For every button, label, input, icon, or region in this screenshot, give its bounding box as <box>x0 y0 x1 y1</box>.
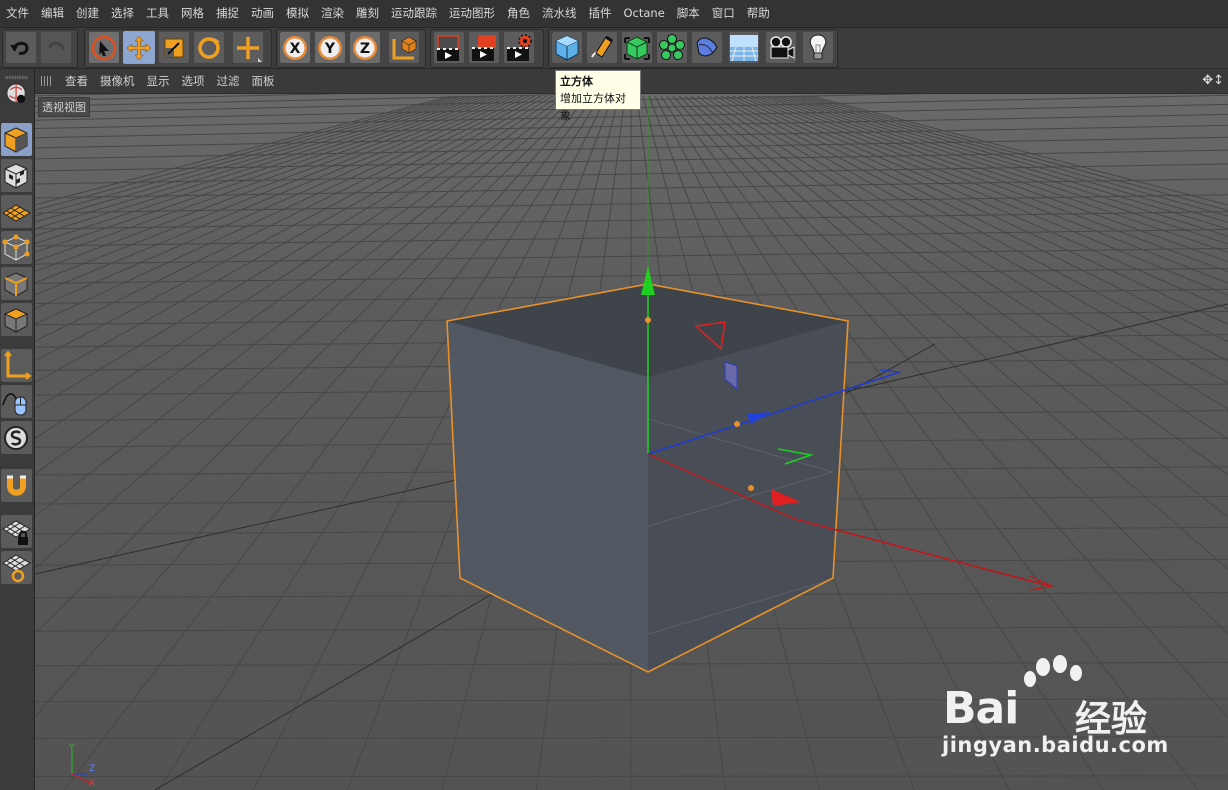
coordinate-system-icon[interactable] <box>388 31 420 64</box>
x-axis-dot <box>748 485 754 491</box>
polygons-mode-icon[interactable] <box>1 303 32 336</box>
recent-tool-icon[interactable] <box>232 31 264 64</box>
menu-pipeline[interactable]: 流水线 <box>536 0 583 27</box>
light-icon[interactable] <box>802 31 834 64</box>
view-menu-options[interactable]: 选项 <box>176 69 211 93</box>
watermark-brand: Bai <box>943 683 1019 734</box>
redo-icon[interactable] <box>40 31 72 64</box>
texture-mode-icon[interactable] <box>1 159 32 192</box>
menu-motion-tracker[interactable]: 运动跟踪 <box>385 0 443 27</box>
menu-mesh[interactable]: 网格 <box>175 0 210 27</box>
z-axis-dot <box>734 421 740 427</box>
rotate-icon[interactable] <box>193 31 225 64</box>
floor-icon[interactable] <box>728 31 760 64</box>
camera-icon[interactable] <box>765 31 797 64</box>
world-axis-y-label: Y <box>68 743 75 753</box>
menu-select[interactable]: 选择 <box>105 0 140 27</box>
x-axis-letter: X <box>290 41 301 57</box>
points-mode-icon[interactable] <box>1 231 32 264</box>
render-view-icon[interactable] <box>433 31 465 64</box>
tweak-mode-icon[interactable] <box>1 385 32 418</box>
cube-tooltip: 立方体 增加立方体对象 <box>555 70 641 122</box>
tooltip-description: 增加立方体对象 <box>560 92 626 122</box>
grip-icon[interactable] <box>41 76 53 86</box>
render-picture-viewer-icon[interactable] <box>468 31 500 64</box>
menu-simulate[interactable]: 模拟 <box>280 0 315 27</box>
y-axis-letter: Y <box>324 41 336 57</box>
render-settings-icon[interactable] <box>503 31 535 64</box>
view-menu-filter[interactable]: 过滤 <box>211 69 246 93</box>
viewport-solo-icon[interactable] <box>1 75 32 115</box>
subdivision-icon[interactable] <box>621 31 653 64</box>
menu-mograph[interactable]: 运动图形 <box>443 0 501 27</box>
workplane-align-icon[interactable] <box>1 551 32 584</box>
menu-snap[interactable]: 捕捉 <box>210 0 245 27</box>
menu-sculpt[interactable]: 雕刻 <box>350 0 385 27</box>
z-axis-lock-icon[interactable]: Z <box>349 31 381 64</box>
world-axis-x-label: X <box>89 779 95 789</box>
view-menu-cameras[interactable]: 摄像机 <box>94 69 141 93</box>
menu-create[interactable]: 创建 <box>70 0 105 27</box>
menu-bar: 文件 编辑 创建 选择 工具 网格 捕捉 动画 模拟 渲染 雕刻 运动跟踪 运动… <box>0 0 1228 28</box>
menu-help[interactable]: 帮助 <box>741 0 776 27</box>
mode-sidebar <box>0 69 35 790</box>
live-select-icon[interactable] <box>88 31 120 64</box>
magnet-icon[interactable] <box>1 469 32 502</box>
watermark-url: jingyan.baidu.com <box>942 733 1169 757</box>
main-toolbar: X Y Z <box>0 28 1228 69</box>
pen-icon[interactable] <box>586 31 618 64</box>
world-axis-z-label: Z <box>89 764 95 774</box>
scale-icon[interactable] <box>158 31 190 64</box>
menu-octane[interactable]: Octane <box>618 0 671 27</box>
y-axis-lock-icon[interactable]: Y <box>314 31 346 64</box>
axis-mode-icon[interactable] <box>1 349 32 382</box>
model-mode-icon[interactable] <box>1 123 32 156</box>
edges-mode-icon[interactable] <box>1 267 32 300</box>
z-axis-letter: Z <box>360 41 370 57</box>
view-menu-view[interactable]: 查看 <box>59 69 94 93</box>
workplane-icon[interactable] <box>1 195 32 228</box>
cube-icon[interactable] <box>551 31 583 64</box>
menu-edit[interactable]: 编辑 <box>35 0 70 27</box>
menu-character[interactable]: 角色 <box>501 0 536 27</box>
menu-script[interactable]: 脚本 <box>671 0 706 27</box>
menu-plugins[interactable]: 插件 <box>583 0 618 27</box>
workplane-lock-icon[interactable] <box>1 515 32 548</box>
snap-icon[interactable] <box>1 421 32 454</box>
menu-file[interactable]: 文件 <box>0 0 35 27</box>
menu-window[interactable]: 窗口 <box>706 0 741 27</box>
x-axis-lock-icon[interactable]: X <box>279 31 311 64</box>
view-menu-panel[interactable]: 面板 <box>246 69 281 93</box>
viewport-navigate-icon[interactable]: ✥↕ <box>1202 73 1224 88</box>
y-axis-dot <box>645 317 651 323</box>
menu-animate[interactable]: 动画 <box>245 0 280 27</box>
view-menu-display[interactable]: 显示 <box>141 69 176 93</box>
undo-icon[interactable] <box>5 31 37 64</box>
menu-tools[interactable]: 工具 <box>140 0 175 27</box>
menu-render[interactable]: 渲染 <box>315 0 350 27</box>
tooltip-title: 立方体 <box>560 75 593 88</box>
deformer-icon[interactable] <box>691 31 723 64</box>
cloner-icon[interactable] <box>656 31 688 64</box>
move-icon[interactable] <box>123 31 155 64</box>
viewport-name-label: 透视视图 <box>38 97 90 117</box>
